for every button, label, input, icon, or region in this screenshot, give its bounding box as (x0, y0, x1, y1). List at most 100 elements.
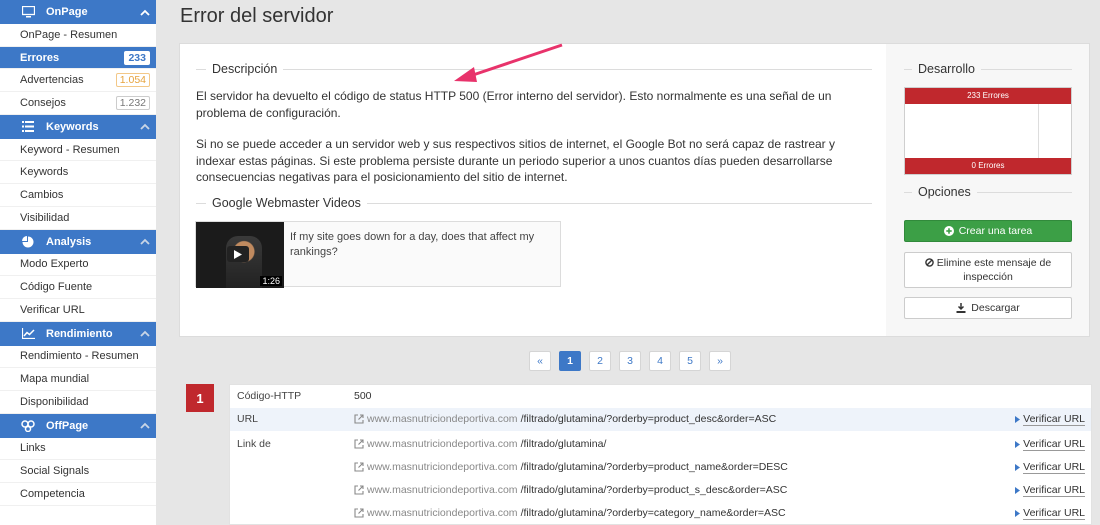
link-value[interactable]: www.masnutriciondeportiva.com/filtrado/g… (354, 484, 787, 496)
sidebar-item-onpage-resumen[interactable]: OnPage - Resumen (0, 24, 156, 47)
sidebar-item-cambios[interactable]: Cambios (0, 184, 156, 207)
link-value[interactable]: www.masnutriciondeportiva.com/filtrado/g… (354, 507, 786, 519)
chevron-up-icon[interactable] (138, 327, 152, 341)
description-paragraph-2: Si no se puede acceder a un servidor web… (196, 137, 836, 184)
verify-url-label: Verificar URL (1023, 413, 1085, 426)
pagination-page-1[interactable]: 1 (559, 351, 581, 371)
annotation-arrow-icon (454, 43, 563, 82)
sidebar-item-modo-experto[interactable]: Modo Experto (0, 254, 156, 277)
monitor-icon (20, 4, 36, 20)
chevron-up-icon[interactable] (138, 419, 152, 433)
sidebar-item-label: Visibilidad (20, 211, 70, 224)
options-heading: Opciones (918, 185, 971, 199)
divider (904, 68, 912, 70)
ban-icon (924, 258, 934, 267)
pagination-prev[interactable]: « (529, 351, 551, 371)
chevron-up-icon[interactable] (138, 5, 152, 19)
download-icon (956, 303, 966, 313)
sidebar: OnPage OnPage - Resumen Errores 233 Adver… (0, 0, 156, 525)
sidebar-item-rendimiento-resumen[interactable]: Rendimiento - Resumen (0, 346, 156, 369)
sidebar-item-label: Competencia (20, 487, 85, 500)
link-path: /filtrado/glutamina/?orderby=product_nam… (520, 461, 788, 473)
sidebar-item-competencia[interactable]: Competencia (0, 483, 156, 506)
line-chart-icon (20, 326, 36, 342)
plus-circle-icon (943, 226, 954, 236)
download-label: Descargar (971, 302, 1020, 314)
pagination-page-2[interactable]: 2 (589, 351, 611, 371)
external-link-icon (354, 439, 364, 449)
sidebar-item-advertencias[interactable]: Advertencias 1.054 (0, 69, 156, 93)
sidebar-item-label: OnPage - Resumen (20, 28, 118, 41)
section-keywords-header[interactable]: Keywords (0, 114, 156, 139)
development-legend: Desarrollo (904, 62, 1072, 76)
verify-url-label: Verificar URL (1023, 507, 1085, 520)
sidebar-item-mapa-mundial[interactable]: Mapa mundial (0, 368, 156, 391)
link-domain: www.masnutriciondeportiva.com (367, 461, 518, 473)
http-code-label: Código-HTTP (237, 390, 302, 402)
sidebar-item-codigo-fuente[interactable]: Código Fuente (0, 276, 156, 299)
link-value[interactable]: www.masnutriciondeportiva.com/filtrado/g… (354, 461, 788, 473)
sidebar-item-label: Links (20, 442, 46, 455)
section-analysis-header[interactable]: Analysis (0, 229, 156, 254)
verify-url-link[interactable]: Verificar URL (1015, 484, 1085, 497)
video-title[interactable]: If my site goes down for a day, does tha… (290, 230, 550, 260)
sidebar-item-label: Keywords (20, 166, 69, 179)
link-domain: www.masnutriciondeportiva.com (367, 438, 518, 450)
sidebar-item-links[interactable]: Links (0, 438, 156, 461)
pagination: « 1 2 3 4 5 » (529, 351, 731, 371)
verify-url-link[interactable]: Verificar URL (1015, 438, 1085, 451)
chevron-up-icon[interactable] (138, 120, 152, 134)
sidebar-item-label: Social Signals (20, 465, 90, 478)
remove-message-button[interactable]: Elimine este mensaje de inspección (904, 252, 1072, 288)
pagination-next[interactable]: » (709, 351, 731, 371)
link-path: /filtrado/glutamina/?orderby=product_s_d… (520, 484, 788, 496)
video-card[interactable]: 1:26 If my site goes down for a day, doe… (195, 221, 561, 288)
section-rendimiento-header[interactable]: Rendimiento (0, 321, 156, 346)
pagination-page-3[interactable]: 3 (619, 351, 641, 371)
verify-url-link[interactable]: Verificar URL (1015, 413, 1085, 426)
sidebar-item-verificar-url[interactable]: Verificar URL (0, 299, 156, 322)
link-row: Link de www.masnutriciondeportiva.com/fi… (230, 433, 1091, 456)
link-row: www.masnutriciondeportiva.com/filtrado/g… (230, 456, 1091, 479)
description-paragraph-1: El servidor ha devuelto el código de sta… (196, 89, 832, 120)
pagination-page-4[interactable]: 4 (649, 351, 671, 371)
sidebar-item-disponibilidad[interactable]: Disponibilidad (0, 391, 156, 414)
sidebar-item-label: Advertencias (20, 74, 84, 87)
errors-top-bar: 233 Errores (905, 88, 1071, 104)
section-title: Analysis (46, 235, 92, 248)
download-button[interactable]: Descargar (904, 297, 1072, 319)
url-value[interactable]: www.masnutriciondeportiva.com/filtrado/g… (354, 413, 776, 425)
video-duration: 1:26 (260, 276, 282, 286)
errors-bottom-bar: 0 Errores (905, 158, 1071, 174)
sidebar-item-label: Mapa mundial (20, 373, 90, 386)
verify-url-link[interactable]: Verificar URL (1015, 507, 1085, 520)
side-panel: Desarrollo 233 Errores 0 Errores Opcione… (886, 43, 1090, 337)
remove-message-label: Elimine este mensaje de inspección (936, 257, 1052, 283)
sidebar-item-consejos[interactable]: Consejos 1.232 (0, 92, 156, 115)
sidebar-item-keyword-resumen[interactable]: Keyword - Resumen (0, 139, 156, 162)
sidebar-item-keywords[interactable]: Keywords (0, 161, 156, 185)
url-path: /filtrado/glutamina/?orderby=product_des… (520, 413, 777, 425)
verify-url-link[interactable]: Verificar URL (1015, 461, 1085, 474)
create-task-label: Crear una tarea (958, 225, 1033, 237)
sidebar-item-social-signals[interactable]: Social Signals (0, 460, 156, 483)
section-offpage-header[interactable]: OffPage (0, 413, 156, 438)
caret-right-icon (1015, 416, 1021, 423)
count-badge: 1.054 (115, 73, 150, 88)
sidebar-item-errores[interactable]: Errores 233 (0, 46, 156, 70)
sidebar-item-label: Disponibilidad (20, 395, 89, 408)
chevron-up-icon[interactable] (138, 235, 152, 249)
section-onpage-header[interactable]: OnPage (0, 0, 156, 24)
create-task-button[interactable]: Crear una tarea (904, 220, 1072, 242)
divider (196, 68, 206, 70)
play-icon[interactable] (227, 246, 249, 262)
sidebar-item-label: Rendimiento - Resumen (20, 350, 139, 363)
link-label: Link de (237, 438, 271, 450)
pagination-page-5[interactable]: 5 (679, 351, 701, 371)
video-thumbnail[interactable]: 1:26 (196, 222, 284, 288)
pie-chart-icon (20, 234, 36, 250)
divider (196, 202, 206, 204)
sidebar-item-visibilidad[interactable]: Visibilidad (0, 207, 156, 230)
link-value[interactable]: www.masnutriciondeportiva.com/filtrado/g… (354, 438, 606, 450)
http-code-row: Código-HTTP 500 (230, 385, 1091, 408)
